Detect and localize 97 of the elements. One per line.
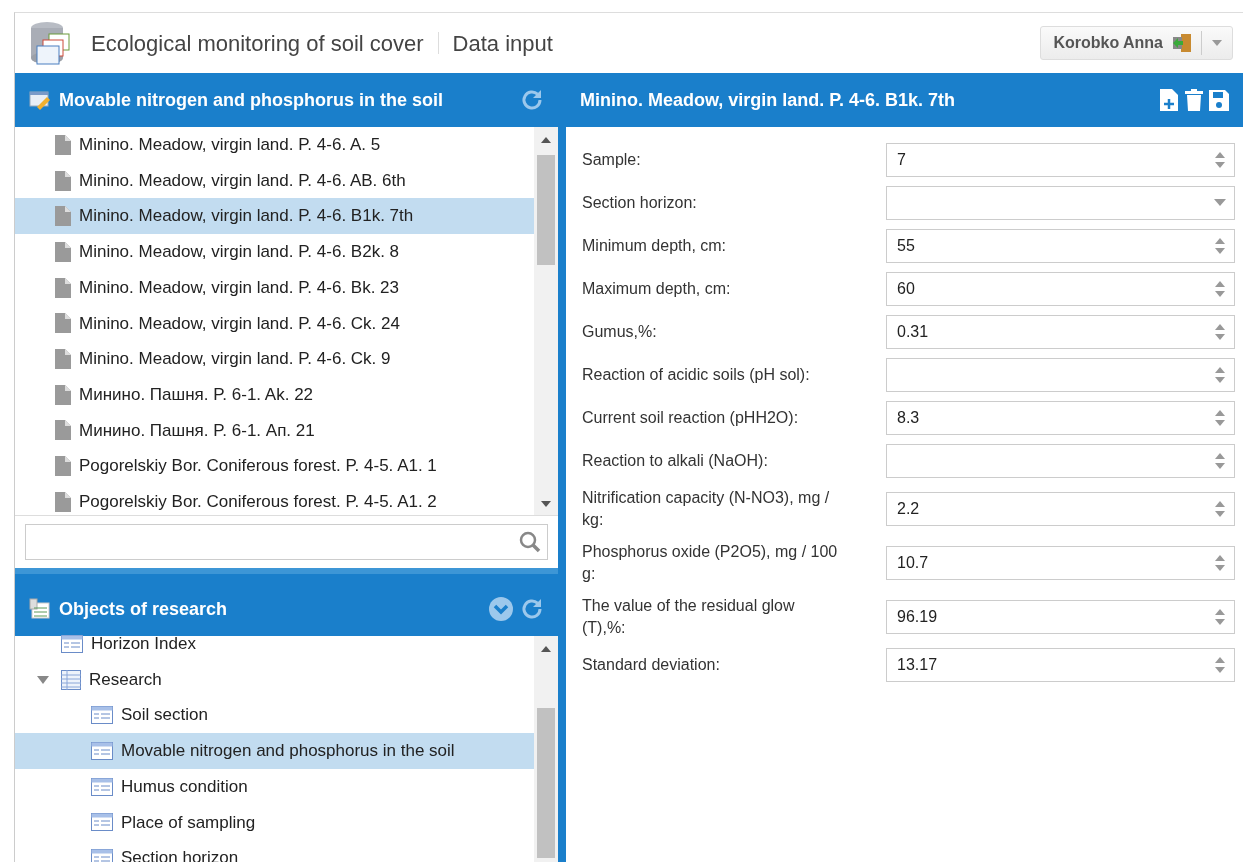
spinner-arrows-icon[interactable] (1214, 656, 1226, 675)
file-icon (55, 313, 71, 334)
spinner-arrows-icon[interactable] (1214, 280, 1226, 298)
expand-down-caret-icon[interactable] (37, 673, 49, 686)
panel-title: Objects of research (59, 597, 228, 621)
field-label: Section horizon: (582, 192, 698, 213)
field-label: Phosphorus oxide (P2O5), mg / 100 g: (582, 541, 839, 585)
record-item[interactable]: Minino. Meadow, virgin land. P. 4-6. Ck. 9 (15, 341, 534, 377)
field-label: The value of the residual glow (T),%: (582, 595, 796, 638)
scroll-up-icon[interactable] (541, 137, 551, 143)
spinner-arrows-icon[interactable] (1214, 323, 1226, 341)
number-field[interactable]: 60 (886, 272, 1235, 306)
number-field[interactable]: 96.19 (886, 599, 1235, 634)
spinner-arrows-icon[interactable] (1214, 151, 1226, 169)
spinner-arrows-icon[interactable] (1214, 607, 1226, 626)
field-label: Gumus,%: (582, 321, 658, 342)
file-icon (55, 420, 71, 441)
dropdown-field[interactable] (886, 186, 1235, 220)
field-label: Maximum depth, cm: (582, 278, 732, 299)
file-icon (55, 384, 71, 405)
record-item[interactable]: Minino. Meadow, virgin land. P. 4-6. Bk. 23 (15, 269, 534, 306)
table-icon (91, 741, 113, 760)
record-item[interactable]: Minino. Meadow, virgin land. P. 4-6. B2k. 8 (15, 234, 534, 270)
field-label: Current soil reaction (pHH2O): (582, 407, 800, 428)
spinner-arrows-icon[interactable] (1214, 409, 1226, 427)
number-field[interactable]: 2.2 (886, 492, 1235, 527)
field-label: Reaction to alkali (NaOH): (582, 450, 769, 471)
table-icon (91, 848, 113, 862)
section-title: Data input (452, 29, 553, 58)
number-field[interactable] (886, 358, 1235, 392)
table-icon (91, 777, 113, 796)
spinner-arrows-icon[interactable] (1214, 554, 1226, 573)
tree-item[interactable]: Horizon Index (15, 626, 534, 662)
table-icon (91, 813, 113, 832)
new-document-icon[interactable] (1159, 89, 1179, 111)
tree-item[interactable]: Place of sampling (15, 804, 534, 841)
number-field[interactable]: 13.17 (886, 648, 1235, 683)
trash-icon[interactable] (1185, 89, 1203, 111)
record-item[interactable]: Minino. Meadow, virgin land. P. 4-6. Ck. 24 (15, 305, 534, 342)
scroll-down-icon[interactable] (541, 501, 551, 507)
file-icon (55, 277, 71, 298)
panel-title: Movable nitrogen and phosphorus in the soil (59, 88, 443, 112)
spinner-arrows-icon[interactable] (1214, 366, 1226, 384)
spinner-arrows-icon[interactable] (1214, 452, 1226, 470)
scrollbar[interactable] (534, 127, 558, 515)
scrollbar-thumb[interactable] (537, 155, 555, 265)
record-title: Minino. Meadow, virgin land. P. 4-6. B1k. 7th (580, 88, 956, 112)
record-item[interactable]: Pogorelskiy Bor. Coniferous forest. P. 4-5. A1. 2 (15, 483, 534, 515)
refresh-icon[interactable] (520, 88, 544, 112)
number-field[interactable] (886, 444, 1235, 478)
field-label: Standard deviation: (582, 655, 721, 676)
tree-item[interactable]: Soil section (15, 697, 534, 734)
record-item[interactable]: Minino. Meadow, virgin land. P. 4-6. AB. 6th (15, 162, 534, 199)
refresh-icon[interactable] (520, 597, 544, 621)
record-item[interactable]: Минино. Пашня. P. 6-1. Ak. 22 (15, 376, 534, 413)
search-icon (519, 531, 541, 553)
search-field[interactable] (25, 524, 548, 560)
number-field[interactable]: 7 (886, 143, 1235, 177)
number-field[interactable]: 55 (886, 229, 1235, 263)
exit-door-icon (1171, 32, 1193, 54)
number-field[interactable]: 10.7 (886, 546, 1235, 581)
table-list-icon (29, 598, 51, 620)
grid-icon (61, 669, 81, 690)
app-title: Ecological monitoring of soil cover (91, 29, 424, 58)
tree-item[interactable]: Humus condition (15, 768, 534, 805)
scrollbar[interactable] (534, 636, 558, 862)
file-icon (55, 206, 71, 227)
file-icon (55, 241, 71, 262)
table-icon (61, 634, 83, 653)
record-item[interactable]: Pogorelskiy Bor. Coniferous forest. P. 4-5. A1. 1 (15, 448, 534, 484)
file-icon (55, 491, 71, 512)
field-label: Reaction of acidic soils (pH sol): (582, 364, 811, 385)
file-icon (55, 170, 71, 191)
number-field[interactable]: 0.31 (886, 315, 1235, 349)
spinner-arrows-icon[interactable] (1214, 500, 1226, 519)
user-menu-button[interactable]: Korobko Anna (1040, 26, 1233, 60)
file-icon (55, 348, 71, 369)
collapse-icon[interactable] (488, 596, 514, 622)
tree-item[interactable]: Movable nitrogen and phosphorus in the soil (15, 733, 534, 769)
scrollbar-thumb[interactable] (537, 708, 555, 858)
table-icon (91, 706, 113, 725)
field-label: Sample: (582, 149, 642, 170)
file-icon (55, 134, 71, 155)
tree-item[interactable]: Research (15, 661, 534, 698)
number-field[interactable]: 8.3 (886, 401, 1235, 435)
record-item[interactable]: Minino. Meadow, virgin land. P. 4-6. A. 5 (15, 127, 534, 163)
spinner-arrows-icon[interactable] (1214, 237, 1226, 255)
field-label: Nitrification capacity (N-NO3), mg / kg: (582, 488, 831, 531)
caret-icon[interactable] (1214, 199, 1226, 207)
file-icon (55, 456, 71, 477)
edit-form-icon (29, 90, 51, 110)
record-item[interactable]: Минино. Пашня. P. 6-1. Ап. 21 (15, 412, 534, 449)
record-item[interactable]: Minino. Meadow, virgin land. P. 4-6. B1k. 7th (15, 198, 534, 235)
save-icon[interactable] (1209, 89, 1229, 111)
scroll-up-icon[interactable] (541, 646, 551, 652)
caret-icon (1212, 40, 1222, 46)
field-label: Minimum depth, cm: (582, 235, 728, 256)
